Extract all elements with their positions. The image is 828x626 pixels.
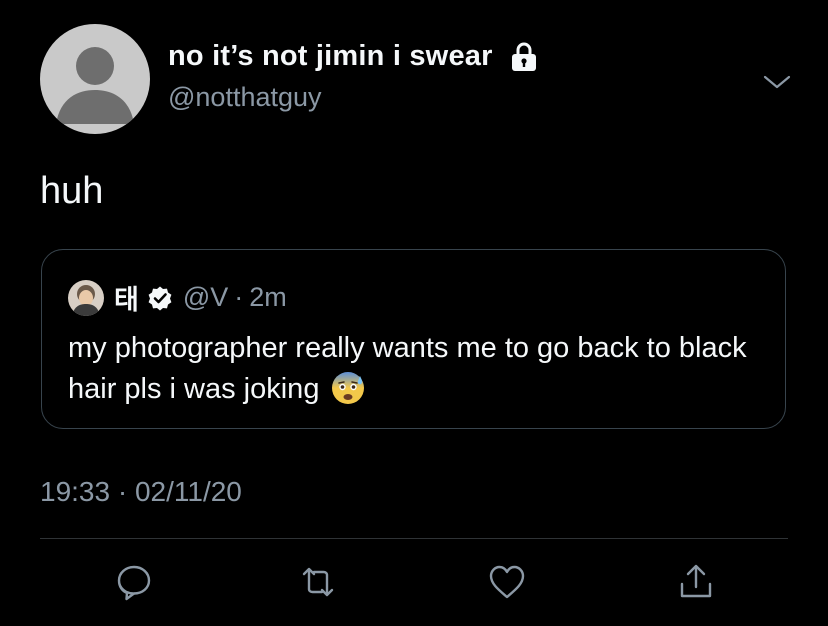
- quoted-author-handle[interactable]: @V: [183, 282, 228, 313]
- divider: [40, 538, 788, 539]
- tweet-text: huh: [40, 170, 104, 212]
- quoted-tweet-text-content: my photographer really wants me to go ba…: [68, 332, 747, 405]
- timestamp-time: 19:33: [40, 476, 111, 507]
- anxious-face-with-sweat-emoji-icon: [331, 372, 364, 404]
- share-button[interactable]: [676, 562, 716, 602]
- tweet-timestamp[interactable]: 19:33 · 02/11/20: [40, 476, 242, 508]
- timestamp-separator: ·: [117, 476, 128, 507]
- quoted-author-avatar[interactable]: [68, 279, 104, 316]
- reply-button[interactable]: [114, 562, 154, 602]
- retweet-icon: [302, 567, 334, 597]
- share-icon: [680, 564, 712, 598]
- quoted-tweet-time: 2m: [249, 282, 287, 312]
- avatar[interactable]: [40, 24, 150, 134]
- author-name-row: no it’s not jimin i swear: [168, 40, 539, 73]
- verified-badge-icon: [148, 286, 172, 310]
- retweet-button[interactable]: [298, 562, 338, 602]
- chevron-down-icon[interactable]: [762, 72, 792, 92]
- separator-dot: ·: [234, 282, 244, 312]
- author-handle[interactable]: @notthatguy: [168, 82, 322, 113]
- reply-icon: [117, 565, 151, 601]
- like-button[interactable]: [487, 562, 527, 602]
- quoted-tweet-card[interactable]: 태 @V · 2m my photographer really wants m…: [41, 249, 786, 429]
- quoted-tweet-text: my photographer really wants me to go ba…: [68, 328, 768, 410]
- display-name[interactable]: no it’s not jimin i swear: [168, 40, 493, 73]
- lock-icon: [511, 42, 536, 71]
- quoted-tweet-header: 태 @V · 2m: [68, 278, 287, 317]
- heart-icon: [489, 565, 525, 599]
- timestamp-date: 02/11/20: [134, 476, 242, 507]
- quoted-author-name[interactable]: 태: [114, 278, 139, 317]
